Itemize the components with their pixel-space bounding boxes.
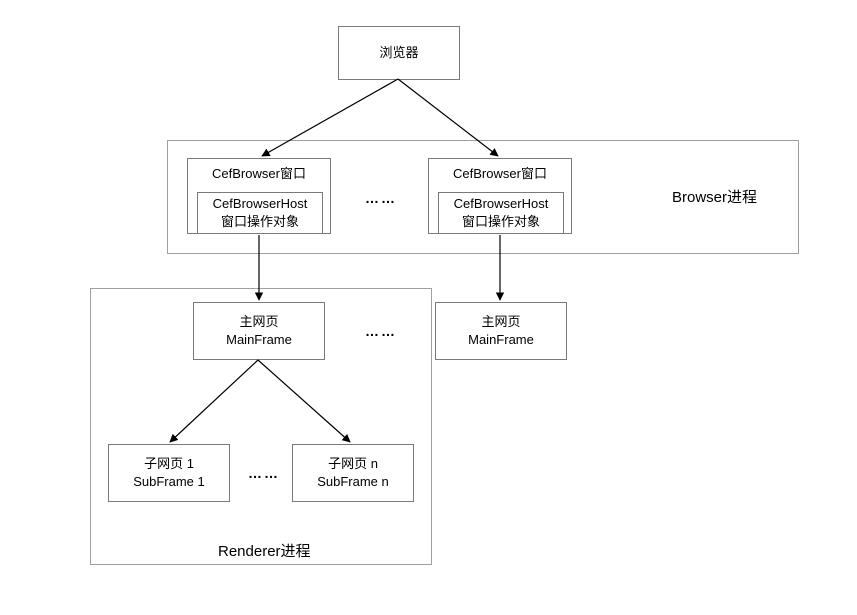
node-cefbrowserhost-right-line2: 窗口操作对象 xyxy=(462,213,540,231)
ellipsis-subframe: …… xyxy=(248,465,280,481)
node-cefbrowser-left-line1: CefBrowser窗口 xyxy=(212,165,306,183)
node-mainframe-left-line2: MainFrame xyxy=(226,331,292,349)
container-renderer-process-label: Renderer进程 xyxy=(218,540,311,561)
node-subframe-1-line2: SubFrame 1 xyxy=(133,473,205,491)
node-cefbrowserhost-left-line1: CefBrowserHost xyxy=(213,195,308,213)
node-cefbrowserhost-right-line1: CefBrowserHost xyxy=(454,195,549,213)
node-mainframe-left: 主网页 MainFrame xyxy=(193,302,325,360)
node-cefbrowser-right-line1: CefBrowser窗口 xyxy=(453,165,547,183)
node-mainframe-right: 主网页 MainFrame xyxy=(435,302,567,360)
node-subframe-1-line1: 子网页 1 xyxy=(144,455,194,473)
node-cefbrowserhost-right: CefBrowserHost 窗口操作对象 xyxy=(438,192,564,234)
node-subframe-n-line1: 子网页 n xyxy=(328,455,378,473)
node-cefbrowserhost-left-line2: 窗口操作对象 xyxy=(221,213,299,231)
node-mainframe-right-line2: MainFrame xyxy=(468,331,534,349)
node-mainframe-left-line1: 主网页 xyxy=(239,313,278,331)
node-browser-label: 浏览器 xyxy=(379,44,418,62)
node-browser: 浏览器 xyxy=(338,26,460,80)
diagram-canvas: 浏览器 Browser进程 CefBrowser窗口 CefBrowserHos… xyxy=(0,0,857,615)
node-mainframe-right-line1: 主网页 xyxy=(481,313,520,331)
node-subframe-n-line2: SubFrame n xyxy=(317,473,389,491)
node-subframe-1: 子网页 1 SubFrame 1 xyxy=(108,444,230,502)
node-cefbrowserhost-left: CefBrowserHost 窗口操作对象 xyxy=(197,192,323,234)
ellipsis-mainframe: …… xyxy=(365,323,397,339)
ellipsis-cefbrowser: …… xyxy=(365,190,397,206)
container-browser-process-label: Browser进程 xyxy=(672,186,757,207)
node-subframe-n: 子网页 n SubFrame n xyxy=(292,444,414,502)
